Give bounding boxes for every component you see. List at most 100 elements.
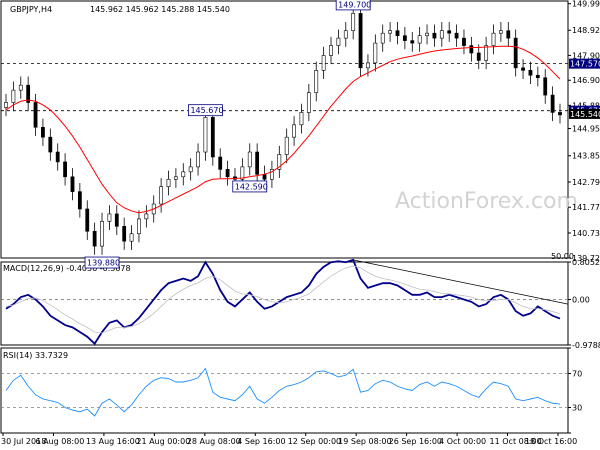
- candle-body: [513, 37, 518, 69]
- candle-body: [410, 40, 415, 44]
- candle-body: [373, 42, 378, 64]
- price-annotation-label: 149.700: [338, 0, 371, 9]
- candle-body: [499, 30, 503, 34]
- x-tick-label: 12 Sep 00:00: [288, 437, 341, 446]
- candle-body: [41, 126, 45, 138]
- candle-body: [188, 166, 193, 173]
- price-title: GBPJPY,H4: [10, 5, 52, 14]
- price-annotation-label: 139.880: [87, 259, 120, 268]
- price-y-tick-label: 140.730: [572, 229, 600, 238]
- price-annotation-label: 145.670: [190, 106, 223, 115]
- candle-body: [63, 161, 67, 178]
- candle-body: [18, 84, 23, 91]
- candle-body: [454, 32, 459, 39]
- candle-body: [225, 169, 230, 178]
- candle-body: [506, 30, 511, 39]
- candle-body: [4, 102, 8, 108]
- macd-y-tick-label: 0.8052: [572, 258, 600, 267]
- candle-body: [299, 112, 304, 126]
- candle-body: [528, 70, 533, 76]
- candle-body: [129, 233, 134, 242]
- price-hline-tag-label: 147.570: [570, 60, 600, 69]
- candle-body: [181, 171, 186, 178]
- candle-body: [439, 30, 444, 39]
- macd-y-tick-label: -0.9788: [572, 341, 600, 350]
- candle-body: [558, 112, 562, 116]
- candle-body: [196, 151, 200, 168]
- candle-body: [343, 30, 348, 39]
- candle-body: [100, 221, 104, 247]
- candle-body: [144, 213, 149, 220]
- candle-body: [395, 30, 400, 36]
- candle-body: [417, 35, 422, 44]
- price-y-tick-label: 141.770: [572, 203, 600, 212]
- candle-body: [70, 176, 75, 192]
- candle-body: [107, 213, 112, 222]
- price-y-tick-label: 148.920: [572, 26, 600, 35]
- candle-body: [306, 92, 311, 113]
- rsi-y-tick-label: 70: [572, 370, 582, 379]
- candle-body: [159, 186, 164, 205]
- candle-body: [247, 151, 252, 168]
- price-y-tick-label: 144.950: [572, 125, 600, 134]
- candle-body: [358, 13, 363, 69]
- candle-body: [262, 174, 267, 180]
- price-y-tick-label: 143.850: [572, 152, 600, 161]
- candle-body: [425, 32, 429, 36]
- candle-body: [137, 218, 141, 235]
- x-tick-label: 28 Aug 08:00: [187, 437, 241, 446]
- candle-body: [48, 136, 53, 153]
- candle-body: [521, 67, 525, 71]
- candle-body: [484, 45, 489, 61]
- rsi-title: RSI(14) 33.7329: [3, 351, 68, 360]
- candle-body: [543, 77, 548, 96]
- candle-body: [491, 32, 496, 46]
- candle-body: [447, 30, 452, 34]
- price-ohlc-header: 145.962 145.962 145.288 145.540: [90, 5, 230, 14]
- candle-body: [284, 136, 289, 155]
- x-tick-label: 26 Sep 16:00: [389, 437, 442, 446]
- x-tick-label: 19 Sep 08:00: [338, 437, 391, 446]
- price-y-tick-label: 149.990: [572, 0, 600, 9]
- candle-body: [173, 176, 178, 180]
- candle-body: [336, 37, 341, 46]
- candle-body: [351, 13, 356, 32]
- candle-body: [203, 117, 208, 153]
- candle-body: [210, 117, 215, 158]
- candle-body: [388, 30, 393, 34]
- candle-body: [166, 178, 171, 187]
- x-tick-label: 21 Aug 00:00: [136, 437, 190, 446]
- macd-y-tick-label: 0.00: [572, 295, 590, 304]
- candle-body: [85, 208, 90, 232]
- price-y-tick-label: 146.900: [572, 76, 600, 85]
- x-tick-label: 4 Oct 00:00: [439, 437, 486, 446]
- candle-body: [77, 191, 82, 210]
- candle-body: [122, 226, 127, 242]
- price-annotation-label: 142.590: [235, 182, 268, 191]
- candle-body: [380, 32, 385, 44]
- chart-canvas: GBPJPY,H4 145.962 145.962 145.288 145.54…: [0, 0, 600, 450]
- x-tick-label: 6 Aug 08:00: [35, 437, 84, 446]
- candle-body: [218, 156, 223, 170]
- candle-body: [535, 74, 540, 79]
- rsi-y-tick-label: 30: [572, 404, 582, 413]
- candle-body: [550, 94, 555, 113]
- x-tick-label: 4 Sep 16:00: [237, 437, 285, 446]
- candle-body: [321, 55, 326, 71]
- candle-body: [432, 32, 437, 39]
- candle-body: [92, 230, 97, 247]
- candle-body: [11, 89, 16, 103]
- price-current-tag-label: 145.540: [570, 110, 600, 119]
- candle-body: [255, 151, 260, 175]
- candle-body: [476, 52, 481, 61]
- watermark: ActionForex.com: [395, 189, 578, 214]
- candle-body: [469, 45, 474, 54]
- x-tick-label: 18 Oct 16:00: [525, 437, 577, 446]
- candle-body: [114, 213, 119, 227]
- candle-body: [366, 62, 370, 69]
- price-y-tick-label: 142.790: [572, 178, 600, 187]
- extra-label: 50.00: [551, 252, 574, 261]
- candle-body: [292, 124, 296, 138]
- candle-body: [314, 70, 319, 93]
- x-tick-label: 13 Aug 16:00: [86, 437, 140, 446]
